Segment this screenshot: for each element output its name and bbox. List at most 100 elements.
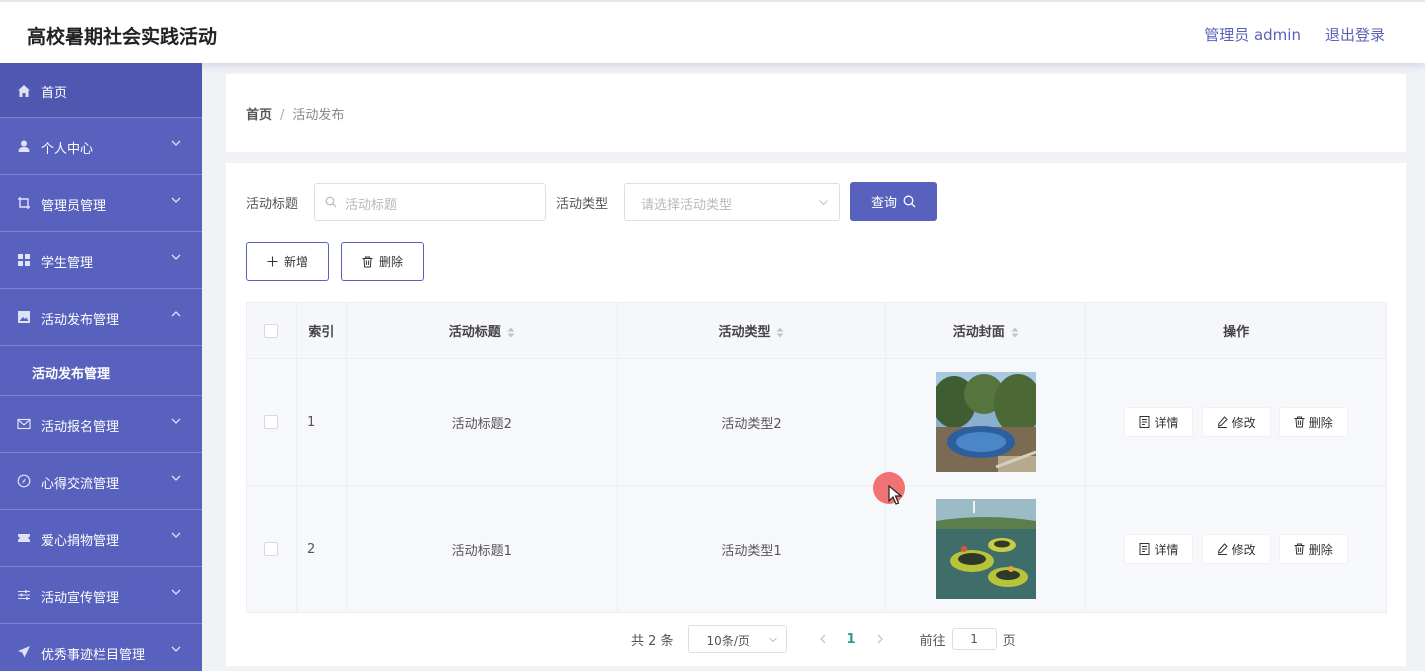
edit-button-label: 修改 — [1231, 415, 1256, 430]
delete-button[interactable]: 删除 — [341, 242, 424, 281]
sidebar: 首页 个人中心 管理员管理 学生管理 活动发布管理 活动发布管理 活动报名管理 … — [0, 63, 202, 671]
sidebar-subitem-activity-publish[interactable]: 活动发布管理 — [0, 346, 202, 396]
row-type: 活动类型1 — [616, 485, 887, 613]
pagination: 共 2 条 10条/页 1 前往 1 页 — [631, 625, 1016, 653]
mouse-cursor-icon — [888, 485, 902, 505]
column-header-label: 活动标题 — [448, 325, 501, 340]
row-title: 活动标题1 — [345, 485, 618, 613]
edit-button[interactable]: 修改 — [1201, 407, 1271, 437]
column-header-type[interactable]: 活动类型 — [616, 302, 887, 359]
plus-icon — [267, 256, 278, 267]
breadcrumb-card: 首页 / 活动发布 — [226, 74, 1406, 152]
logout-link[interactable]: 退出登录 — [1325, 24, 1385, 45]
sidebar-item-profile[interactable]: 个人中心 — [0, 118, 202, 175]
sidebar-item-students[interactable]: 学生管理 — [0, 232, 202, 289]
chevron-down-icon — [171, 140, 181, 146]
sidebar-item-experience[interactable]: 心得交流管理 — [0, 453, 202, 510]
row-type: 活动类型2 — [616, 358, 887, 486]
row-select-cell — [246, 358, 297, 486]
sidebar-item-excellence[interactable]: 优秀事迹栏目管理 — [0, 624, 202, 671]
picture-icon — [18, 311, 30, 323]
send-icon — [18, 646, 30, 658]
row-delete-button[interactable]: 删除 — [1278, 407, 1348, 437]
pool-photo[interactable] — [935, 372, 1036, 472]
row-select-cell — [246, 485, 297, 613]
trampoline-photo[interactable] — [935, 499, 1036, 599]
sort-icon — [1011, 327, 1019, 338]
goto-prefix: 前往 — [919, 633, 946, 649]
column-header-label: 活动类型 — [718, 325, 771, 340]
select-all-checkbox[interactable] — [264, 323, 279, 338]
goto-page-input[interactable]: 1 — [951, 628, 997, 650]
sidebar-item-label: 活动报名管理 — [41, 420, 120, 435]
title-filter-label: 活动标题 — [246, 197, 299, 212]
sort-icon — [776, 327, 784, 338]
row-delete-button[interactable]: 删除 — [1278, 534, 1348, 564]
sidebar-item-registration[interactable]: 活动报名管理 — [0, 396, 202, 453]
detail-button[interactable]: 详情 — [1124, 534, 1194, 564]
page-size-select[interactable]: 10条/页 — [687, 625, 787, 653]
sidebar-item-admins[interactable]: 管理员管理 — [0, 175, 202, 232]
column-header-title[interactable]: 活动标题 — [345, 302, 618, 359]
table-row: 1 活动标题2 活动类型2 详情 修改 删除 — [246, 358, 1387, 486]
crop-icon — [18, 197, 30, 209]
row-checkbox[interactable] — [264, 542, 279, 556]
edit-icon — [1217, 416, 1228, 428]
page-size-value: 10条/页 — [706, 634, 750, 648]
row-index: 1 — [295, 358, 347, 486]
sidebar-item-home[interactable]: 首页 — [0, 63, 202, 118]
add-button-label: 新增 — [283, 255, 308, 269]
column-header-label: 索引 — [308, 325, 335, 340]
sidebar-item-promotion[interactable]: 活动宣传管理 — [0, 567, 202, 624]
activity-table: 索引 活动标题 活动类型 活动封面 操作 1 活动标题2 活动类型2 详情 修改… — [246, 302, 1387, 613]
select-all-cell — [246, 302, 297, 359]
query-button-label: 查询 — [870, 196, 897, 211]
sort-icon — [507, 327, 515, 338]
search-icon — [903, 195, 916, 208]
page-number-current[interactable]: 1 — [847, 632, 856, 647]
chevron-down-icon — [819, 200, 828, 206]
add-button[interactable]: 新增 — [246, 242, 329, 281]
trash-icon — [1294, 543, 1305, 555]
type-select[interactable]: 请选择活动类型 — [624, 183, 840, 221]
column-header-label: 活动封面 — [952, 325, 1005, 340]
sliders-icon — [18, 590, 30, 600]
row-actions-cell: 详情 修改 删除 — [1085, 485, 1387, 613]
chevron-up-icon — [171, 311, 181, 317]
main-card: 活动标题 活动标题 活动类型 请选择活动类型 查询 新增 删除 索引 活动标题 … — [226, 163, 1406, 666]
sidebar-item-label: 活动发布管理 — [41, 313, 120, 328]
table-row: 2 活动标题1 活动类型1 详情 修改 删除 — [246, 485, 1387, 613]
home-icon — [18, 85, 30, 97]
detail-button-label: 详情 — [1154, 542, 1179, 557]
user-icon — [18, 140, 30, 152]
document-icon — [1139, 416, 1150, 428]
mail-icon — [17, 418, 31, 430]
chevron-down-icon — [171, 532, 181, 538]
type-filter-label: 活动类型 — [556, 197, 609, 212]
title-search-input[interactable]: 活动标题 — [314, 183, 546, 221]
row-checkbox[interactable] — [264, 415, 279, 429]
prev-page-icon[interactable] — [817, 633, 829, 645]
sidebar-item-donation[interactable]: 爱心捐物管理 — [0, 510, 202, 567]
sidebar-item-label: 学生管理 — [41, 256, 94, 271]
breadcrumb: 首页 / 活动发布 — [246, 104, 344, 123]
row-cover-cell — [885, 485, 1087, 613]
chevron-down-icon — [171, 197, 181, 203]
query-button[interactable]: 查询 — [850, 182, 937, 221]
goto-suffix: 页 — [1002, 633, 1016, 649]
sidebar-item-activity-publish[interactable]: 活动发布管理 — [0, 289, 202, 346]
admin-user-label[interactable]: 管理员 admin — [1204, 24, 1301, 45]
row-title: 活动标题2 — [345, 358, 618, 486]
breadcrumb-home[interactable]: 首页 — [246, 108, 272, 123]
next-page-icon[interactable] — [874, 633, 886, 645]
edit-button[interactable]: 修改 — [1201, 534, 1271, 564]
sidebar-item-label: 活动宣传管理 — [41, 591, 120, 606]
chevron-down-icon — [171, 646, 181, 652]
column-header-cover[interactable]: 活动封面 — [885, 302, 1087, 359]
compass-icon — [17, 474, 31, 488]
row-delete-button-label: 删除 — [1308, 542, 1333, 557]
sidebar-item-label: 个人中心 — [41, 142, 94, 157]
detail-button[interactable]: 详情 — [1124, 407, 1194, 437]
document-icon — [1139, 543, 1150, 555]
search-icon — [325, 196, 337, 208]
